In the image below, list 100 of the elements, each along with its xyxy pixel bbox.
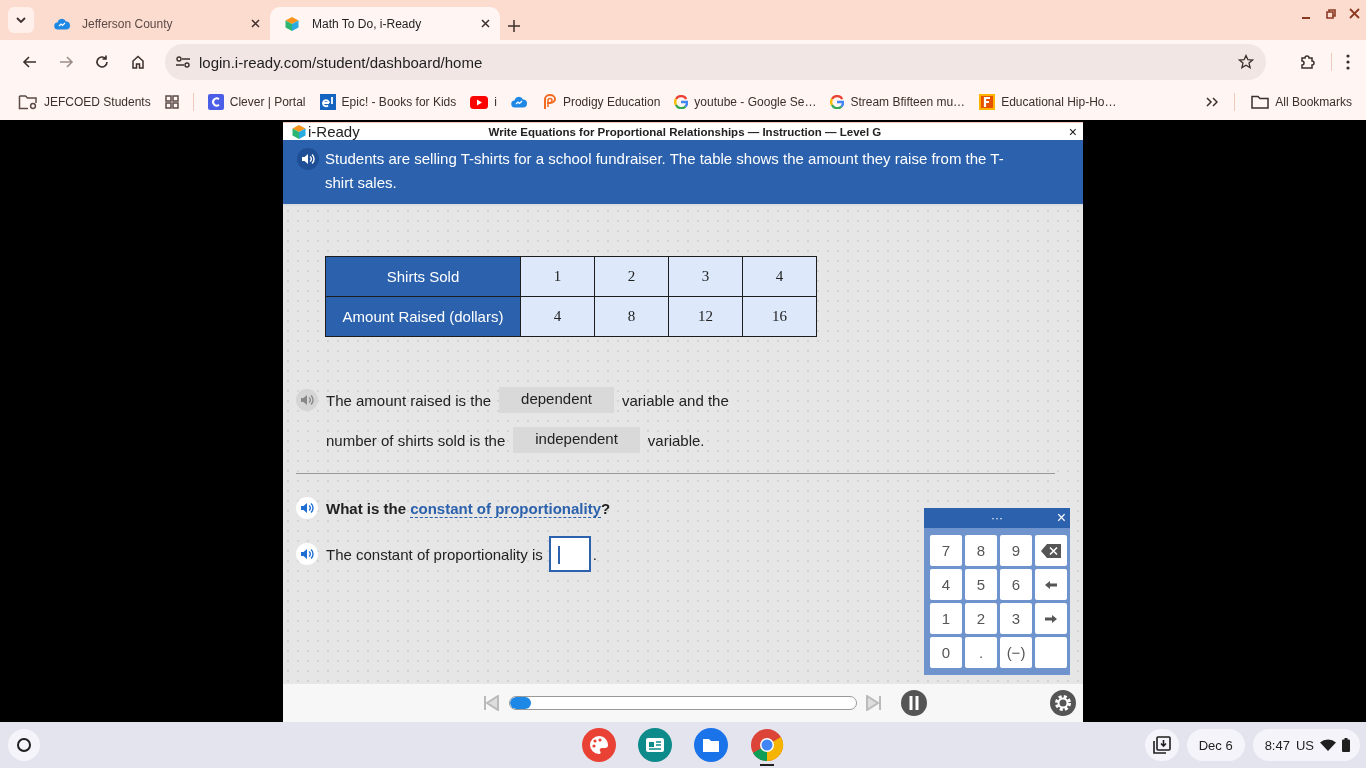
cloud-icon xyxy=(54,17,70,30)
sentence-text: The constant of proportionality is xyxy=(326,545,543,563)
play-icon xyxy=(470,95,489,109)
square-logo-icon xyxy=(319,94,336,110)
browser-app-icon[interactable] xyxy=(750,728,784,766)
table-cell: 4 xyxy=(520,296,595,337)
bookmark[interactable]: Clever | Portal xyxy=(207,94,306,110)
url-text: login.i-ready.com/student/dashboard/home xyxy=(199,53,484,71)
table-header-cell: Shirts Sold xyxy=(325,256,521,297)
cube-icon xyxy=(291,123,307,140)
settings-icon[interactable] xyxy=(1050,690,1076,716)
backspace-icon xyxy=(1041,543,1061,558)
square-logo-icon xyxy=(207,94,224,110)
pause-icon[interactable] xyxy=(901,690,927,716)
extensions-icon[interactable] xyxy=(1299,53,1317,71)
answer-field[interactable] xyxy=(548,536,591,572)
input-method-text: US xyxy=(1295,737,1314,753)
grid-icon[interactable] xyxy=(164,95,179,109)
square-logo-icon xyxy=(979,94,996,110)
bookmark[interactable]: Epic! - Books for Kids xyxy=(319,94,457,110)
status-area[interactable]: 8:47 US xyxy=(1252,729,1360,761)
date-pill[interactable]: Dec 6 xyxy=(1186,729,1245,761)
keypad-key[interactable]: 0 xyxy=(930,637,962,668)
battery-icon xyxy=(1342,738,1350,752)
bookmark[interactable]: i xyxy=(470,95,497,109)
site-settings-icon[interactable] xyxy=(175,55,191,69)
cube-icon xyxy=(284,15,300,32)
browser-tab[interactable]: Math To Do, i-Ready xyxy=(270,7,500,40)
prompt-text: Students are selling T-shirts for a school fundraiser. The table shows the amount they raise from the T-shirt sales. xyxy=(325,149,1005,193)
wifi-icon xyxy=(1320,739,1336,751)
back-icon[interactable] xyxy=(22,54,38,70)
drag-handle[interactable]: ··· xyxy=(991,511,1003,525)
keypad-key[interactable]: . xyxy=(965,637,997,668)
tab-list-button[interactable] xyxy=(8,7,34,33)
reload-icon[interactable] xyxy=(94,54,110,70)
close-icon[interactable] xyxy=(481,19,490,28)
table-cell: 1 xyxy=(520,256,595,297)
sentence-text: . xyxy=(592,545,597,563)
address-bar[interactable]: login.i-ready.com/student/dashboard/home xyxy=(165,44,1266,80)
answer-chip[interactable]: dependent xyxy=(499,387,614,413)
backspace-key[interactable] xyxy=(1035,535,1067,566)
arrow-right-icon xyxy=(1045,614,1057,623)
logo-icon xyxy=(830,95,845,109)
folder-icon xyxy=(18,94,38,110)
keypad-key[interactable]: 2 xyxy=(965,603,997,634)
table-cell: 16 xyxy=(742,296,817,337)
table-cell: 4 xyxy=(742,256,817,297)
keypad-key[interactable]: 1 xyxy=(930,603,962,634)
arrow-left-icon xyxy=(1045,580,1057,589)
folder-icon[interactable] xyxy=(694,728,728,762)
menu-icon[interactable] xyxy=(1346,54,1350,70)
speaker-icon[interactable] xyxy=(296,543,318,565)
keypad-key[interactable]: 8 xyxy=(965,535,997,566)
keypad-key[interactable]: 6 xyxy=(1000,569,1032,600)
table-cell: 8 xyxy=(594,296,669,337)
close-icon[interactable] xyxy=(1348,8,1360,20)
bookmark[interactable]: youtube - Google Se… xyxy=(674,95,817,109)
table-header-cell: Amount Raised (dollars) xyxy=(325,296,521,337)
palette-icon[interactable] xyxy=(582,728,616,762)
keypad-key[interactable]: 7 xyxy=(930,535,962,566)
arrow-key[interactable] xyxy=(1035,603,1067,634)
tab-title: Jefferson County xyxy=(82,16,174,31)
clock-text: 8:47 xyxy=(1264,737,1290,753)
answer-chip[interactable]: independent xyxy=(513,427,640,453)
screen-icon[interactable] xyxy=(638,728,672,762)
arrow-key[interactable] xyxy=(1035,569,1067,600)
keypad-key[interactable]: 5 xyxy=(965,569,997,600)
bookmark[interactable]: Stream Bfifteen mu… xyxy=(830,95,966,109)
close-button[interactable]: × xyxy=(1056,509,1066,526)
restore-icon[interactable] xyxy=(1324,8,1336,20)
close-icon[interactable] xyxy=(251,19,260,28)
sentence-text: The amount raised is the xyxy=(326,391,492,409)
close-button[interactable]: × xyxy=(1068,123,1077,140)
plus-icon[interactable] xyxy=(508,20,520,32)
keypad-key[interactable]: 4 xyxy=(930,569,962,600)
keypad-key[interactable]: 3 xyxy=(1000,603,1032,634)
bookmark[interactable]: Educational Hip-Ho… xyxy=(979,94,1117,110)
sentence-text: variable. xyxy=(647,431,705,449)
speaker-icon[interactable] xyxy=(297,148,319,170)
keypad-key[interactable]: (−) xyxy=(1000,637,1032,668)
lesson-title: Write Equations for Proportional Relationships — Instruction — Level G xyxy=(487,125,883,138)
home-icon[interactable] xyxy=(130,54,146,70)
table-cell: 3 xyxy=(668,256,743,297)
keypad-key[interactable]: 9 xyxy=(1000,535,1032,566)
browser-tab[interactable]: Jefferson County xyxy=(40,7,270,40)
chevron-double-icon[interactable] xyxy=(1206,97,1219,107)
sentence-text: variable and the xyxy=(622,391,729,409)
speaker-icon[interactable] xyxy=(296,497,318,519)
bookmark[interactable]: JEFCOED Students xyxy=(18,94,151,110)
forward-icon[interactable] xyxy=(58,54,74,70)
tote-icon[interactable] xyxy=(1152,736,1171,754)
bookmark[interactable]: All Bookmarks xyxy=(1251,95,1352,109)
launcher-icon[interactable] xyxy=(16,737,32,753)
cloud-icon[interactable] xyxy=(510,96,527,108)
table-cell: 12 xyxy=(668,296,743,337)
term-link[interactable]: constant of proportionality xyxy=(410,499,601,518)
star-icon[interactable] xyxy=(1238,54,1254,70)
sentence-text: number of shirts sold is the xyxy=(326,431,506,449)
bookmark[interactable]: Prodigy Education xyxy=(540,94,661,110)
tab-title: Math To Do, i-Ready xyxy=(312,16,423,31)
